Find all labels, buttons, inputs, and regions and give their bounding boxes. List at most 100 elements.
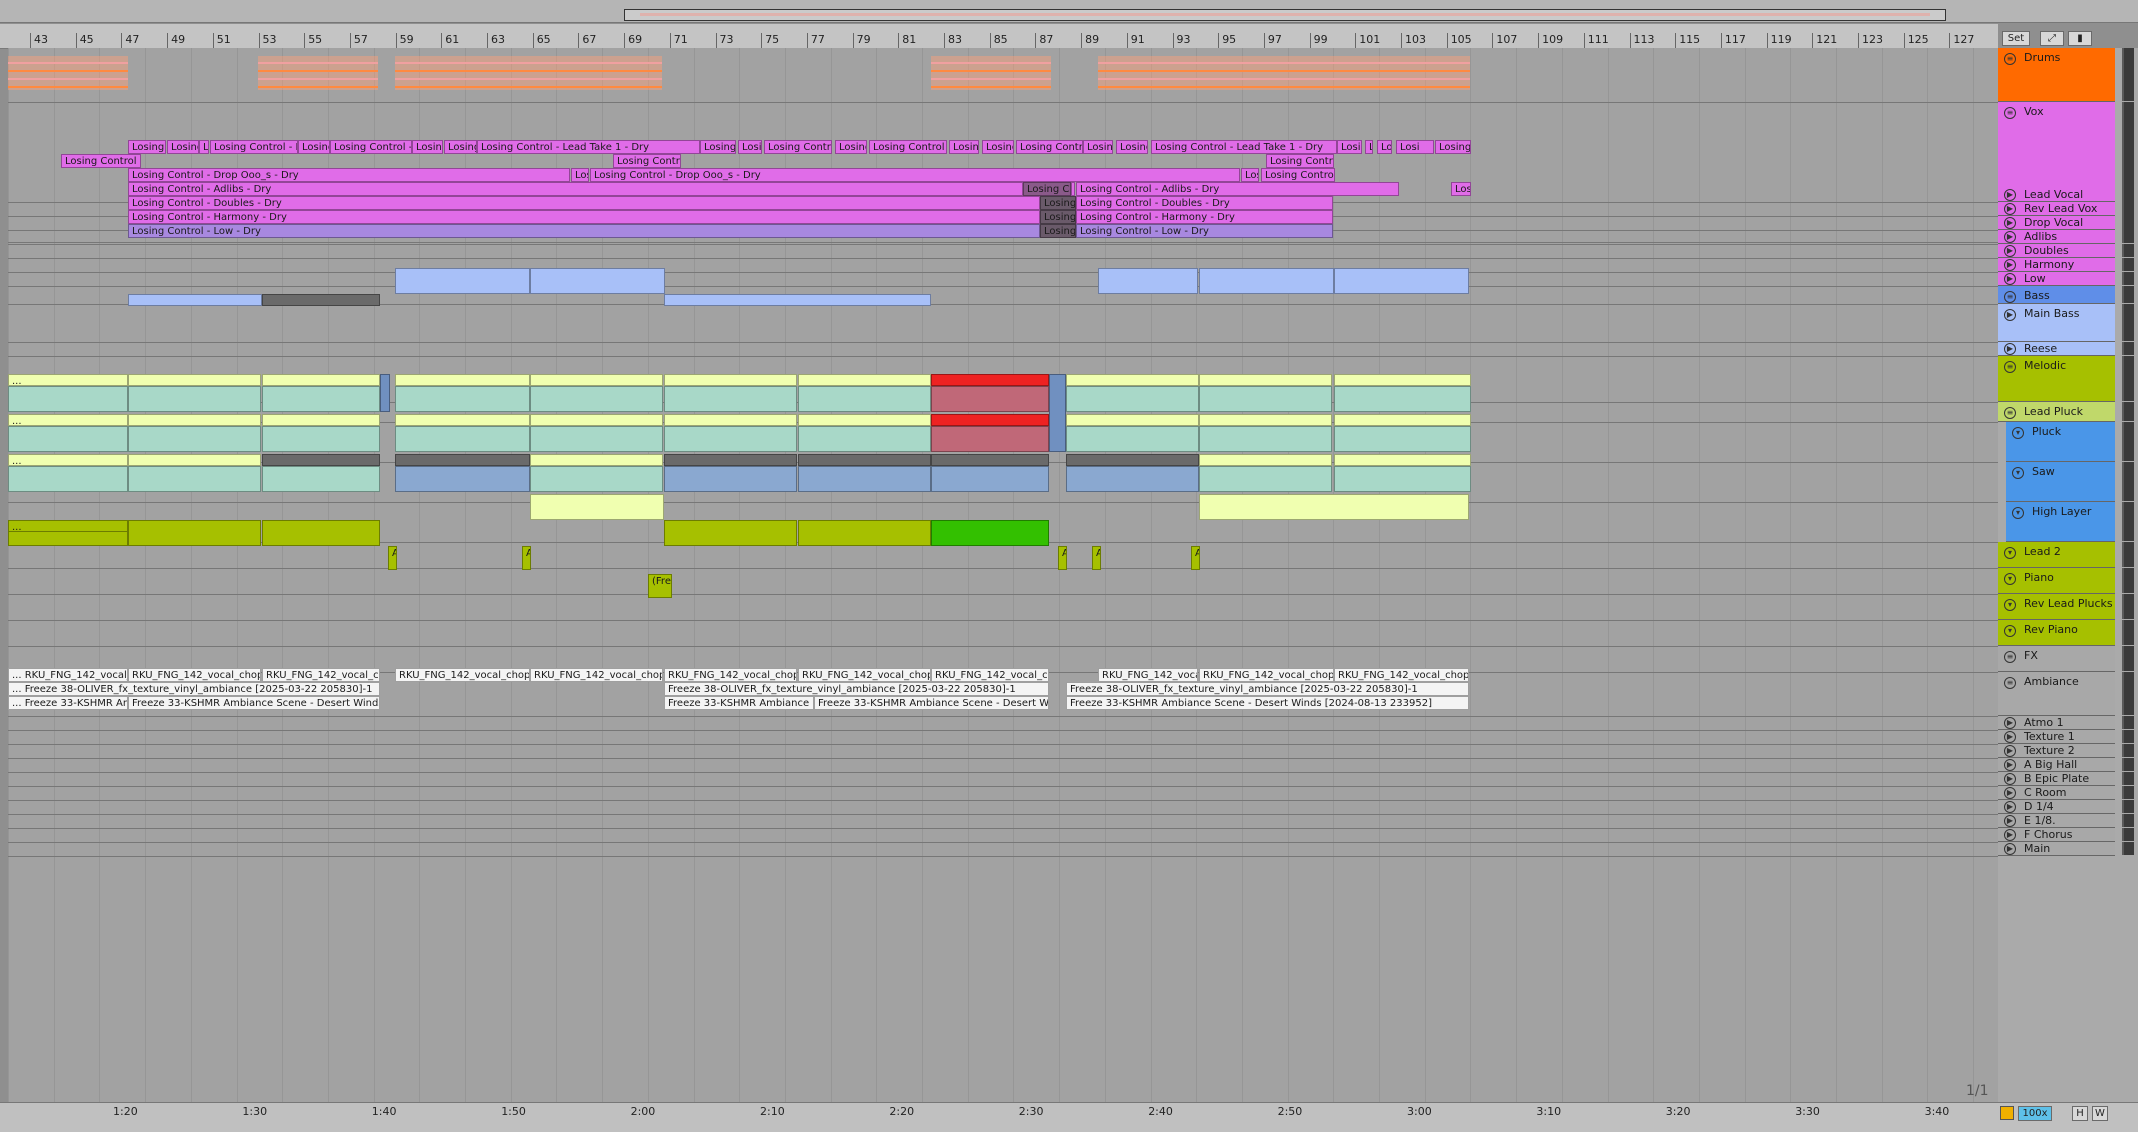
saw-clip-body[interactable] (395, 426, 530, 452)
saw-clip-body[interactable] (664, 426, 797, 452)
high-layer-clip-body[interactable] (395, 466, 530, 492)
track-header-bass[interactable]: ≡ Bass (1998, 286, 2115, 304)
pluck-clip-header[interactable] (1199, 374, 1332, 386)
play-icon[interactable]: ▶ (2004, 189, 2016, 201)
track-lane[interactable] (8, 730, 1998, 745)
pluck-clip-header[interactable] (262, 374, 380, 386)
track-header-rev-lead-plucks[interactable]: ▾ Rev Lead Plucks (1998, 594, 2115, 620)
rev-lead-vox-clip[interactable]: Losing Control - Le (1266, 154, 1334, 168)
pluck-clip-body[interactable] (1066, 386, 1199, 412)
saw-clip-body[interactable] (1334, 426, 1471, 452)
high-layer-clip-header[interactable] (1334, 454, 1471, 466)
play-icon[interactable]: ▶ (2004, 309, 2016, 321)
lead-vocal-clip[interactable]: Losing C (1083, 140, 1113, 154)
high-layer-clip-body[interactable] (1066, 466, 1199, 492)
track-lane[interactable] (8, 568, 1998, 595)
drum-clip[interactable] (931, 56, 1051, 90)
drop-vocal-clip[interactable]: Losing Control - Dro (1261, 168, 1335, 182)
high-layer-clip-body[interactable] (8, 466, 128, 492)
saw-clip-header[interactable] (395, 414, 530, 426)
pluck-clip-header[interactable] (530, 374, 663, 386)
track-header-texture-2[interactable]: ▶ Texture 2 (1998, 744, 2115, 758)
pluck-clip-body[interactable] (1334, 386, 1471, 412)
arrangement-view[interactable]: Losing Co Losing C L Losing Control - Lead … (8, 48, 1998, 1102)
high-layer-clip-body[interactable] (664, 466, 797, 492)
rev-lead-plucks-clip[interactable]: Au (388, 546, 397, 570)
play-icon[interactable]: ▶ (2004, 245, 2016, 257)
drop-vocal-clip[interactable]: Losing Control - Drop Ooo_s - Dry (128, 168, 570, 182)
saw-clip-body[interactable] (931, 426, 1049, 452)
zoom-field[interactable]: 100x (2018, 1106, 2052, 1121)
high-layer-clip-header[interactable] (395, 454, 530, 466)
track-header-lead-pluck[interactable]: ≡ Lead Pluck (1998, 402, 2115, 422)
high-layer-clip-body[interactable] (1334, 466, 1471, 492)
play-icon[interactable]: ▶ (2004, 259, 2016, 271)
track-lane[interactable] (8, 828, 1998, 843)
saw-clip-header[interactable] (1334, 414, 1471, 426)
play-icon[interactable]: ▶ (2004, 745, 2016, 757)
pluck-clip-header[interactable]: ... (8, 374, 128, 386)
lead-vocal-clip[interactable]: Losing Control - L (1016, 140, 1083, 154)
lead-vocal-clip[interactable]: Losing Control - Lead Take 1 - Dry (1151, 140, 1337, 154)
play-icon[interactable]: ▶ (2004, 217, 2016, 229)
high-layer-clip-body[interactable] (931, 466, 1049, 492)
track-header-atmo-1[interactable]: ▶ Atmo 1 (1998, 716, 2115, 730)
saw-clip-header[interactable] (530, 414, 663, 426)
track-lane[interactable] (8, 744, 1998, 759)
doubles-clip[interactable]: Losing Control - Doubles - Dry (1076, 196, 1333, 210)
track-lane[interactable] (8, 786, 1998, 801)
main-bass-clip[interactable] (395, 268, 530, 294)
h-button[interactable]: H (2072, 1106, 2088, 1121)
texture2-clip[interactable]: Freeze 33-KSHMR Ambiance Scene - Dese (664, 696, 814, 710)
track-header-c-room[interactable]: ▶ C Room (1998, 786, 2115, 800)
saw-clip-header[interactable]: ... (8, 414, 128, 426)
piano-clip[interactable] (931, 520, 1049, 546)
atmo-clip[interactable]: RKU_FNG_142_vocal_chop_loop_nu (1199, 668, 1334, 682)
lead-vocal-clip[interactable]: Losing Control (1435, 140, 1471, 154)
group-icon[interactable]: ≡ (2004, 651, 2016, 663)
drum-clip[interactable] (258, 56, 378, 90)
pluck-clip-body[interactable] (798, 386, 931, 412)
atmo-clip[interactable]: RKU_FNG_142_vocal_chop_loop (931, 668, 1049, 682)
track-header-pluck[interactable]: ▾ Pluck (2006, 422, 2115, 462)
rev-lead-vox-clip[interactable]: Losing Control - Lead (61, 154, 141, 168)
play-icon[interactable]: ▶ (2004, 843, 2016, 855)
rev-lead-plucks-clip[interactable]: Au (1191, 546, 1200, 570)
play-icon[interactable]: ▶ (2004, 203, 2016, 215)
adlibs-clip[interactable]: Losing Control - Adlibs - Dry (128, 182, 1023, 196)
low-clip[interactable]: Losing Control - Low - Dry (1076, 224, 1333, 238)
atmo-clip[interactable]: RKU_FNG_142_vocal_chop_loop_nu (664, 668, 797, 682)
track-header-melodic[interactable]: ≡ Melodic (1998, 356, 2115, 402)
low-clip[interactable]: Losing Control - Low - Dry (128, 224, 1040, 238)
play-icon[interactable]: ▶ (2004, 231, 2016, 243)
track-header-fx[interactable]: ≡ FX (1998, 646, 2115, 672)
track-lane[interactable] (8, 620, 1998, 647)
track-lane[interactable] (8, 244, 1998, 259)
track-header-drums[interactable]: ≡ Drums (1998, 48, 2115, 102)
saw-clip-body[interactable] (262, 426, 380, 452)
key-map-icon[interactable] (2000, 1106, 2014, 1120)
high-layer-clip-header[interactable] (262, 454, 380, 466)
track-header-lead-vocal[interactable]: ▶ Lead Vocal (1998, 188, 2115, 202)
high-layer-clip-header[interactable]: ... (8, 454, 128, 466)
doubles-clip[interactable]: Losing Control - Doubles - Dry (128, 196, 1040, 210)
lock-icon[interactable]: ▮ (2068, 31, 2092, 46)
lead-vocal-clip[interactable]: Losing (738, 140, 762, 154)
lead-vocal-clip[interactable]: Losing C (167, 140, 199, 154)
track-header-drop-vocal[interactable]: ▶ Drop Vocal (1998, 216, 2115, 230)
saw-clip-body[interactable] (530, 426, 663, 452)
lead-vocal-clip[interactable]: Lo (1365, 140, 1373, 154)
drop-vocal-clip[interactable]: Losi (1241, 168, 1259, 182)
drum-clip[interactable] (8, 56, 128, 90)
group-icon[interactable]: ≡ (2004, 361, 2016, 373)
play-icon[interactable]: ▶ (2004, 759, 2016, 771)
lead-vocal-clip[interactable]: Losing C (982, 140, 1014, 154)
track-header-rev-lead-vox[interactable]: ▶ Rev Lead Vox (1998, 202, 2115, 216)
lead-vocal-clip[interactable]: Losing C (700, 140, 736, 154)
lead-vocal-clip[interactable]: Losing C (835, 140, 867, 154)
lead-2-clip[interactable] (530, 494, 664, 520)
saw-clip-header[interactable] (128, 414, 261, 426)
main-bass-clip[interactable] (530, 268, 665, 294)
track-header-texture-1[interactable]: ▶ Texture 1 (1998, 730, 2115, 744)
piano-clip[interactable] (664, 520, 797, 546)
